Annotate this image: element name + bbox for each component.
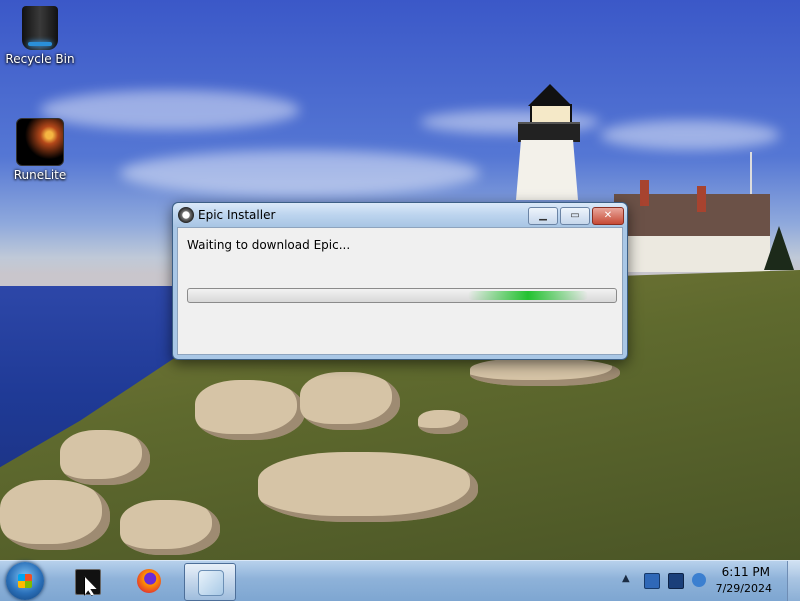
taskbar-item-epic-installer[interactable] bbox=[184, 563, 236, 601]
close-icon: ✕ bbox=[603, 210, 613, 221]
runelite-icon bbox=[16, 118, 64, 166]
status-text: Waiting to download Epic... bbox=[187, 238, 351, 252]
wallpaper-rock bbox=[258, 452, 478, 522]
show-desktop-button[interactable] bbox=[787, 561, 800, 601]
display-icon[interactable] bbox=[668, 573, 684, 589]
lighthouse-roof bbox=[528, 84, 572, 106]
volume-icon[interactable] bbox=[692, 573, 706, 587]
desktop-icon-label: Recycle Bin bbox=[5, 52, 75, 66]
desktop-icon-runelite[interactable]: RuneLite bbox=[5, 118, 75, 182]
wallpaper-cloud bbox=[40, 90, 300, 130]
chimney bbox=[640, 180, 649, 206]
taskbar: ▲ 6:11 PM 7/29/2024 bbox=[0, 560, 800, 601]
progress-marquee bbox=[468, 291, 588, 300]
recycle-bin-icon bbox=[22, 6, 58, 50]
wallpaper-rock bbox=[0, 480, 110, 550]
epic-installer-window[interactable]: Epic Installer ▁ ▭ ✕ Waiting to download… bbox=[172, 202, 628, 360]
start-button[interactable] bbox=[6, 562, 44, 600]
wallpaper-rock bbox=[470, 358, 620, 386]
keeper-house-roof bbox=[614, 194, 770, 236]
windows-start-icon bbox=[18, 574, 32, 588]
wallpaper-rock bbox=[60, 430, 150, 485]
wallpaper-rock bbox=[300, 372, 400, 430]
maximize-button[interactable]: ▭ bbox=[560, 207, 590, 225]
window-titlebar[interactable]: Epic Installer ▁ ▭ ✕ bbox=[173, 203, 627, 227]
taskbar-item-firefox[interactable] bbox=[124, 563, 174, 599]
wallpaper-rock bbox=[120, 500, 220, 555]
wallpaper-cloud bbox=[600, 120, 780, 150]
firefox-icon bbox=[137, 569, 161, 593]
download-progress-bar bbox=[187, 288, 617, 303]
installer-icon bbox=[198, 570, 224, 596]
window-title: Epic Installer bbox=[198, 208, 276, 222]
chimney bbox=[697, 186, 706, 212]
network-icon[interactable] bbox=[644, 573, 660, 589]
system-tray: ▲ 6:11 PM 7/29/2024 bbox=[600, 561, 800, 601]
clock-time[interactable]: 6:11 PM bbox=[722, 565, 770, 579]
minimize-icon: ▁ bbox=[539, 210, 547, 221]
wallpaper-rock bbox=[195, 380, 305, 440]
wallpaper-rock bbox=[418, 410, 468, 434]
clock-date[interactable]: 7/29/2024 bbox=[716, 582, 772, 595]
lighthouse-tower bbox=[516, 140, 578, 200]
tray-overflow-icon[interactable]: ▲ bbox=[622, 573, 630, 584]
lighthouse-gallery bbox=[518, 122, 580, 142]
minimize-button[interactable]: ▁ bbox=[528, 207, 558, 225]
desktop-icon-recycle-bin[interactable]: Recycle Bin bbox=[5, 6, 75, 66]
window-client-area: Waiting to download Epic... bbox=[177, 227, 623, 355]
desktop-icon-label: RuneLite bbox=[13, 168, 67, 182]
close-button[interactable]: ✕ bbox=[592, 207, 624, 225]
maximize-icon: ▭ bbox=[570, 210, 580, 221]
epic-installer-icon bbox=[178, 207, 194, 223]
wallpaper-cloud bbox=[120, 150, 480, 196]
